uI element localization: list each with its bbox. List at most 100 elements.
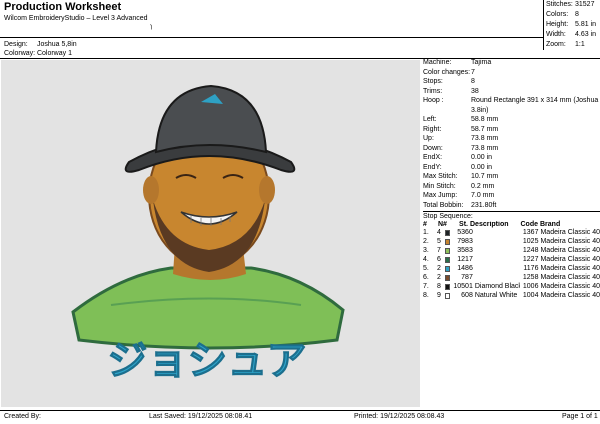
stop-num: 3.: [423, 247, 429, 254]
design-preview: ジョシュア: [1, 60, 420, 407]
thread-code: 1176: [523, 265, 539, 272]
thread-code: 1367: [522, 229, 539, 236]
needle-num: 2: [437, 274, 441, 281]
color-swatch: [444, 274, 451, 281]
design-value: Joshua 5,8in: [36, 41, 77, 48]
color-swatch: [444, 283, 451, 290]
info-row: Up: 73.8 mm: [423, 134, 600, 144]
info-value: 8: [471, 78, 475, 85]
stop-row: 3. 7 3583 1248 Madeira Classic 40: [423, 246, 600, 255]
info-row: Color changes: 7: [423, 68, 600, 78]
needle-num: 2: [437, 265, 441, 272]
info-value: 10.7 mm: [471, 173, 499, 180]
info-value: 0.00 in: [471, 154, 493, 161]
thread-brand: Madeira Classic 40: [540, 265, 600, 272]
thread-code: 1227: [522, 256, 539, 263]
thread-code: 1248: [522, 247, 539, 254]
stop-sequence-title: Stop Sequence:: [423, 213, 473, 220]
divider: [423, 211, 600, 212]
needle-num: 8: [437, 283, 441, 290]
stitch-count: 10501: [453, 283, 473, 290]
divider: [0, 410, 600, 411]
info-label: Trims:: [423, 87, 443, 95]
stat-row: Stitches: 31527: [544, 0, 600, 10]
shirt-shape: [71, 266, 345, 350]
col-code: Code: [520, 221, 539, 228]
stat-label: Width:: [546, 31, 566, 38]
needle-num: 5: [437, 238, 441, 245]
info-value: 73.8 mm: [471, 144, 499, 152]
stat-value: 5.81 in: [575, 21, 597, 28]
created-by: Created By:: [4, 413, 41, 420]
printed-date: Printed: 19/12/2025 08:08.43: [354, 413, 445, 420]
info-value: 0.2 mm: [471, 182, 495, 190]
stat-value: 4.63 in: [575, 31, 597, 38]
stop-num: 2.: [423, 238, 429, 245]
info-label: Down:: [423, 144, 443, 152]
color-swatch: [444, 238, 451, 245]
info-value: 231.80ft: [471, 201, 497, 209]
col-desc: Description: [470, 221, 509, 228]
thread-brand: Madeira Classic 40: [540, 292, 600, 299]
ear-left: [143, 176, 159, 204]
col-num: #: [423, 221, 427, 228]
artwork-text: ジョシュア: [107, 338, 306, 384]
needle-num: 9: [437, 292, 441, 299]
info-row: Total Bobbin: 231.80ft: [423, 201, 600, 211]
thread-brand: Madeira Classic 40: [540, 229, 600, 236]
info-value: 7: [471, 68, 475, 76]
stitch-count: 5360: [457, 229, 473, 236]
stat-label: Zoom:: [546, 41, 566, 48]
thread-code: 1006: [522, 283, 539, 290]
stop-row: 1. 4 5360 1367 Madeira Classic 40: [423, 228, 600, 237]
stat-label: Stitches:: [546, 1, 573, 8]
info-row: EndY: 0.00 in: [423, 163, 600, 173]
stop-num: 7.: [423, 283, 429, 290]
stats-box: Stitches: 31527 Colors: 8 Height: 5.81 in W…: [543, 0, 600, 50]
stop-row: 7. 8 10501 Diamond Black 1006 Madeira Classic…: [423, 282, 600, 291]
info-label: Left:: [423, 116, 437, 123]
info-value: Round Rectangle 391 x 314 mm (Joshua 3.8…: [471, 97, 599, 114]
color-swatch: [444, 292, 451, 299]
stitch-count: 608: [461, 292, 473, 299]
stop-num: 8.: [423, 292, 429, 299]
info-label: Right:: [423, 125, 442, 133]
info-label: Total Bobbin:: [423, 201, 464, 209]
stitch-count: 3583: [457, 247, 473, 254]
col-brand: Brand: [540, 221, 561, 228]
last-saved: Last Saved: 19/12/2025 08:08.41: [149, 413, 253, 420]
ear-right: [259, 176, 275, 204]
stitch-count: 1486: [457, 265, 473, 272]
info-value: 0.00 in: [471, 163, 493, 171]
thread-brand: Madeira Classic 40: [540, 274, 600, 281]
stitch-count: 787: [461, 274, 473, 281]
stop-row: 2. 5 7983 1025 Madeira Classic 40: [423, 237, 600, 246]
info-value: 38: [471, 87, 479, 95]
thread-code: 1004: [522, 292, 539, 299]
thread-brand: Madeira Classic 40: [540, 256, 600, 263]
software-subtitle: Wilcom EmbroideryStudio – Level 3 Advanc…: [4, 15, 148, 22]
design-row: Design: Joshua 5,8in: [4, 41, 77, 48]
info-label: Hoop :: [423, 97, 444, 104]
info-row: Min Stitch: 0.2 mm: [423, 182, 600, 192]
design-label: Design:: [4, 41, 28, 48]
stop-num: 1.: [423, 229, 429, 236]
stat-row: Height: 5.81 in: [544, 20, 600, 30]
stop-num: 4.: [423, 256, 429, 263]
stat-value: 1:1: [575, 41, 585, 48]
info-row: EndX: 0.00 in: [423, 153, 600, 163]
info-label: Max Stitch:: [423, 173, 458, 180]
stat-label: Height:: [546, 21, 569, 28]
color-swatch: [444, 229, 451, 236]
col-st: St.: [459, 221, 468, 228]
color-swatch: [444, 265, 451, 272]
info-label: EndX:: [423, 154, 443, 161]
stat-value: 8: [575, 11, 579, 18]
stop-row: 8. 9 608 Natural White 1004 Madeira Classic 4…: [423, 291, 600, 300]
thread-desc: Diamond Black: [474, 283, 520, 290]
stat-row: Zoom: 1:1: [544, 40, 600, 50]
stop-sequence-header: # N# St. Description Code Brand: [423, 221, 600, 228]
info-row: Trims: 38: [423, 87, 600, 97]
info-label: Up:: [423, 135, 434, 142]
needle-num: 6: [437, 256, 441, 263]
